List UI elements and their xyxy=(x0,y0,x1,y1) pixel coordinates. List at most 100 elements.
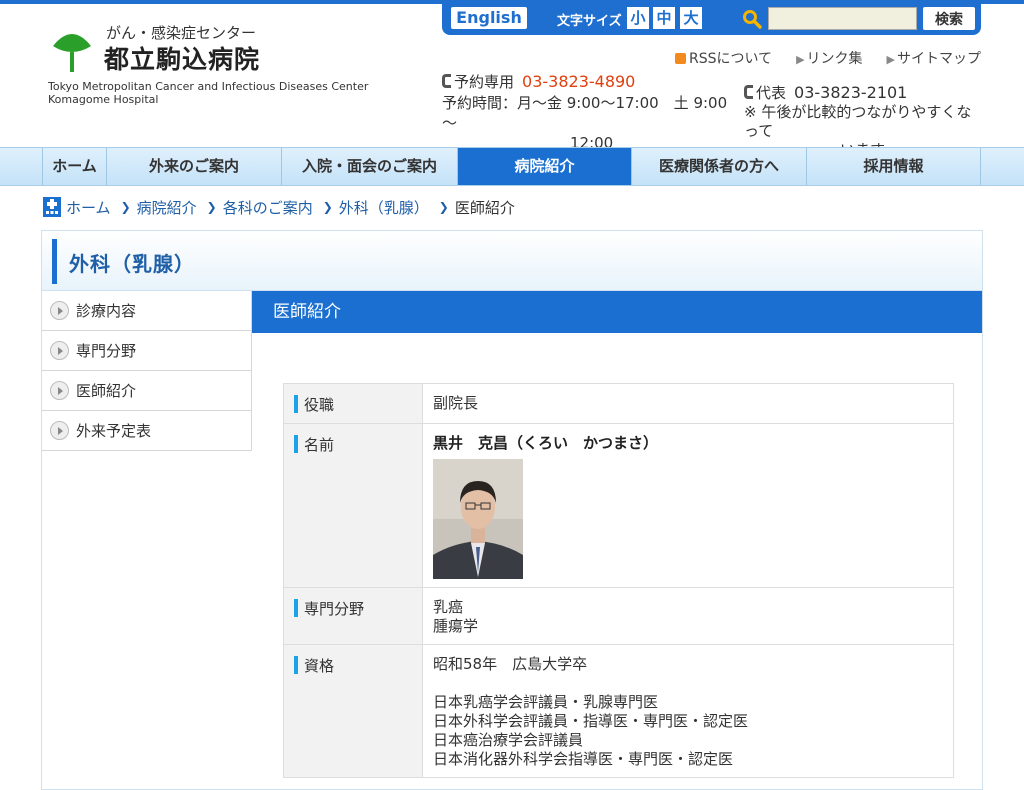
name-value-cell: 黒井 克昌（くろい かつまさ） xyxy=(422,423,954,588)
main-content: 外科（乳腺） 診療内容 専門分野 医師紹介 外来予定表 医師紹介 役職 副院長 … xyxy=(41,230,983,790)
position-label-cell: 役職 xyxy=(283,383,423,424)
table-row: 専門分野 乳癌 腫瘍学 xyxy=(283,587,954,645)
qualification-item: 日本消化器外科学会指導医・専門医・認定医 xyxy=(433,750,734,768)
doctor-photo xyxy=(433,459,523,579)
nav-item-5[interactable]: 採用情報 xyxy=(806,148,981,185)
breadcrumb-current: 医師紹介 xyxy=(454,198,515,217)
doctor-profile-table: 役職 副院長 名前 黒井 克昌（くろい かつまさ） 専門分野 乳癌 腫瘍学 資格… xyxy=(283,383,954,778)
rss-link-label: RSSについて xyxy=(688,51,773,67)
font-size-medium-button[interactable]: 中 xyxy=(653,7,675,29)
links-link-label: リンク集 xyxy=(806,51,863,67)
chevron-right-icon: ▶ xyxy=(796,53,805,66)
table-row: 役職 副院長 xyxy=(283,383,954,424)
name-label-cell: 名前 xyxy=(283,423,423,588)
arrow-circle-icon xyxy=(50,381,69,400)
arrow-circle-icon xyxy=(50,341,69,360)
page-title-box: 外科（乳腺） xyxy=(42,231,982,291)
phone-icon xyxy=(442,74,451,88)
breadcrumb-home[interactable]: ホーム xyxy=(66,197,111,218)
font-size-large-button[interactable]: 大 xyxy=(680,7,702,29)
breadcrumb-about[interactable]: 病院紹介 xyxy=(137,197,197,218)
position-value: 副院長 xyxy=(422,383,954,424)
qualification-label: 資格 xyxy=(304,657,335,675)
links-link[interactable]: ▶ リンク集 xyxy=(796,48,862,68)
phone-icon xyxy=(744,85,753,99)
logo-english: Tokyo Metropolitan Cancer and Infectious… xyxy=(48,80,368,106)
page-title: 外科（乳腺） xyxy=(69,252,195,276)
label-marker xyxy=(294,435,298,453)
sitemap-link[interactable]: ▶ サイトマップ xyxy=(887,48,981,68)
specialty-item: 腫瘍学 xyxy=(433,617,479,635)
ginkgo-leaf-icon xyxy=(53,34,91,72)
main-phone-label: 代表 xyxy=(756,84,787,102)
sidenav-item-label: 専門分野 xyxy=(76,342,137,360)
reservation-info: 予約専用 03-3823-4890 予約時間：月～金 9:00～17:00 土 9… xyxy=(442,72,742,153)
breadcrumb: ホーム ❯ 病院紹介 ❯ 各科のご案内 ❯ 外科（乳腺） ❯ 医師紹介 xyxy=(42,195,515,219)
rss-link[interactable]: RSSについて xyxy=(674,48,773,68)
sidenav-item-label: 外来予定表 xyxy=(76,422,152,440)
sidenav-item-label: 診療内容 xyxy=(76,302,137,320)
logo-english-line-1: Tokyo Metropolitan Cancer and Infectious… xyxy=(48,80,369,93)
position-label: 役職 xyxy=(304,396,335,414)
english-link[interactable]: English xyxy=(451,7,527,29)
specialty-label-cell: 専門分野 xyxy=(283,587,423,645)
sidenav-item-specialty[interactable]: 専門分野 xyxy=(42,331,252,371)
global-navigation: ホーム 外来のご案内 入院・面会のご案内 病院紹介 医療関係者の方へ 採用情報 xyxy=(0,147,1024,186)
qualification-item: 昭和58年 広島大学卒 xyxy=(433,655,588,673)
nav-item-2[interactable]: 入院・面会のご案内 xyxy=(281,148,457,185)
breadcrumb-breast-surgery[interactable]: 外科（乳腺） xyxy=(339,197,429,218)
site-logo[interactable]: がん・感染症センター 都立駒込病院 Tokyo Metropolitan Can… xyxy=(48,22,388,112)
search-icon xyxy=(743,10,762,29)
title-accent-bar xyxy=(52,239,57,284)
nav-item-3[interactable]: 病院紹介 xyxy=(457,148,631,185)
label-marker xyxy=(294,395,298,413)
breadcrumb-departments[interactable]: 各科のご案内 xyxy=(223,197,313,218)
table-row: 名前 黒井 克昌（くろい かつまさ） xyxy=(283,423,954,588)
arrow-circle-icon xyxy=(50,421,69,440)
reservation-label: 予約専用 xyxy=(454,73,515,91)
reservation-hours: 予約時間：月～金 9:00～17:00 土 9:00～ xyxy=(442,94,728,132)
chevron-right-icon: ❯ xyxy=(438,200,449,214)
sidenav-item-label: 医師紹介 xyxy=(76,382,137,400)
chevron-right-icon: ▶ xyxy=(886,53,895,66)
top-utility-bar: English 文字サイズ 小 中 大 検索 xyxy=(442,4,981,35)
table-row: 資格 昭和58年 広島大学卒 日本乳癌学会評議員・乳腺専門医 日本外科学会評議員… xyxy=(283,644,954,778)
sidenav-item-doctors[interactable]: 医師紹介 xyxy=(42,371,252,411)
font-size-small-button[interactable]: 小 xyxy=(627,7,649,29)
site-header: がん・感染症センター 都立駒込病院 Tokyo Metropolitan Can… xyxy=(0,0,1024,159)
hospital-icon xyxy=(43,197,61,217)
reservation-phone[interactable]: 03-3823-4890 xyxy=(522,72,635,91)
search-button[interactable]: 検索 xyxy=(923,7,975,30)
utility-links: RSSについて ▶ リンク集 ▶ サイトマップ xyxy=(674,48,981,68)
section-heading: 医師紹介 xyxy=(252,291,982,333)
font-size-label: 文字サイズ xyxy=(557,14,622,29)
sidenav-item-treatment[interactable]: 診療内容 xyxy=(42,291,252,331)
rss-icon xyxy=(674,53,686,64)
arrow-circle-icon xyxy=(50,301,69,320)
search-input[interactable] xyxy=(768,7,917,30)
qualification-item: 日本乳癌学会評議員・乳腺専門医 xyxy=(433,693,659,711)
logo-title: 都立駒込病院 xyxy=(104,45,261,74)
qualification-item: 日本外科学会評議員・指導医・専門医・認定医 xyxy=(433,712,749,730)
sitemap-link-label: サイトマップ xyxy=(897,51,981,67)
doctor-name: 黒井 克昌（くろい かつまさ） xyxy=(433,434,659,452)
nav-item-0[interactable]: ホーム xyxy=(42,148,106,185)
qualification-label-cell: 資格 xyxy=(283,644,423,778)
side-navigation: 診療内容 専門分野 医師紹介 外来予定表 xyxy=(42,291,252,451)
qualification-item: 日本癌治療学会評議員 xyxy=(433,731,584,749)
qualification-value-cell: 昭和58年 広島大学卒 日本乳癌学会評議員・乳腺専門医 日本外科学会評議員・指導… xyxy=(422,644,954,778)
label-marker xyxy=(294,656,298,674)
nav-item-1[interactable]: 外来のご案内 xyxy=(106,148,281,185)
logo-english-line-2: Komagome Hospital xyxy=(48,93,159,106)
chevron-right-icon: ❯ xyxy=(206,200,217,214)
main-phone[interactable]: 03-3823-2101 xyxy=(794,83,907,102)
specialty-value-cell: 乳癌 腫瘍学 xyxy=(422,587,954,645)
specialty-label: 専門分野 xyxy=(304,600,365,618)
label-marker xyxy=(294,599,298,617)
specialty-item: 乳癌 xyxy=(433,598,464,616)
sidenav-item-schedule[interactable]: 外来予定表 xyxy=(42,411,252,451)
main-phone-note: ※ 午後が比較的つながりやすくなって xyxy=(744,103,972,140)
chevron-right-icon: ❯ xyxy=(322,200,333,214)
name-label: 名前 xyxy=(304,436,335,454)
nav-item-4[interactable]: 医療関係者の方へ xyxy=(631,148,806,185)
